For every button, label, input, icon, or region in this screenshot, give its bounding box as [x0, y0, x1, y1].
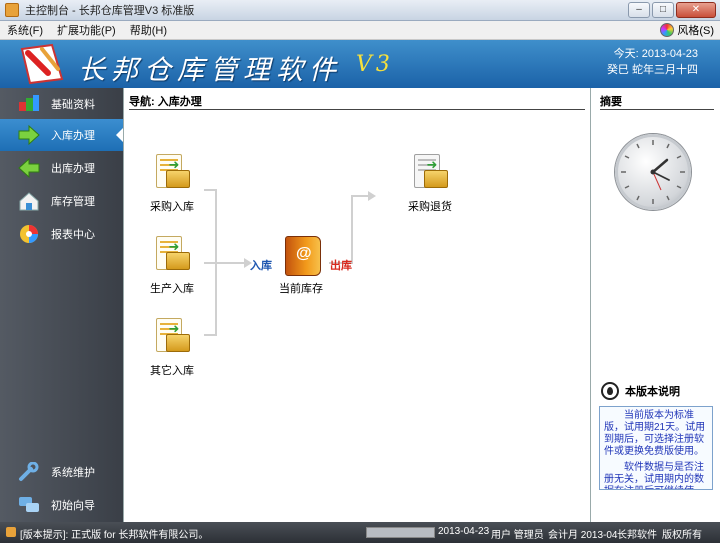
sidebar-item-stock-in[interactable]: 入库办理 [0, 119, 123, 151]
status-copyright: 版权所有 [662, 530, 702, 541]
brand-name: 长邦仓库管理软件 [78, 55, 342, 86]
sidebar-item-label: 入库办理 [51, 130, 95, 142]
window-title: 主控制台 - 长邦仓库管理V3 标准版 [25, 5, 195, 17]
lunar-date: 癸巳 蛇年三月十四 [606, 64, 698, 76]
current-stock-node[interactable]: @ 当前库存 [274, 236, 328, 296]
purchase-return-icon: ➜ [410, 154, 450, 194]
style-button[interactable]: 风格(S) [660, 22, 714, 38]
chat-bubbles-icon [19, 497, 39, 512]
production-in-node[interactable]: ➜ 生产入库 [144, 236, 200, 296]
production-in-icon: ➜ [152, 236, 192, 276]
note-paragraph: 软件数据与是否注册无关，试用期内的数据在注册后可继续使用。 [604, 462, 704, 489]
minimize-button[interactable]: – [628, 2, 650, 18]
other-in-label: 其它入库 [150, 365, 194, 377]
sidebar-item-label: 系统维护 [51, 467, 95, 479]
production-in-label: 生产入库 [150, 283, 194, 295]
style-label: 风格(S) [677, 25, 714, 37]
purchase-in-node[interactable]: ➜ 采购入库 [144, 154, 200, 214]
sidebar-item-wizard[interactable]: 初始向导 [0, 489, 123, 521]
flow-in-label: 入库 [250, 260, 272, 272]
wrench-icon [19, 462, 39, 481]
purchase-in-label: 采购入库 [150, 201, 194, 213]
maximize-button[interactable]: □ [652, 2, 674, 18]
menu-extensions[interactable]: 扩展功能(P) [50, 22, 123, 38]
close-button[interactable]: ✕ [676, 2, 716, 18]
status-period: 会计月 2013-04 [548, 530, 618, 541]
status-notice: [版本提示]: 正式版 for 长邦软件有限公司。 [20, 530, 209, 541]
app-banner: 长邦仓库管理软件 V3 今天: 2013-04-23 癸巳 蛇年三月十四 [0, 40, 720, 88]
sidebar-item-label: 报表中心 [51, 229, 95, 241]
menu-help[interactable]: 帮助(H) [123, 22, 174, 38]
note-title: 本版本说明 [601, 382, 680, 400]
window-controls: – □ ✕ [628, 2, 716, 18]
clock-icon [615, 134, 691, 210]
purchase-in-icon: ➜ [152, 154, 192, 194]
menu-system[interactable]: 系统(F) [0, 22, 50, 38]
note-paragraph: 当前版本为标准版，试用期21天。试用到期后，可选择注册软件或更换免费版使用。 [604, 410, 706, 457]
menu-bar: 系统(F) 扩展功能(P) 帮助(H) 风格(S) [0, 21, 720, 40]
house-icon [19, 192, 39, 211]
note-title-text: 本版本说明 [625, 386, 680, 398]
status-bar: [版本提示]: 正式版 for 长邦软件有限公司。 2013-04-23 用户 … [0, 522, 720, 543]
current-stock-label: 当前库存 [279, 283, 323, 295]
other-in-node[interactable]: ➜ 其它入库 [144, 318, 200, 378]
sidebar-item-label: 出库办理 [51, 163, 95, 175]
logo-icon [20, 43, 64, 85]
status-user: 用户 管理员 [491, 530, 544, 541]
sidebar-item-stock-out[interactable]: 出库办理 [0, 152, 123, 184]
sidebar-item-label: 库存管理 [51, 196, 95, 208]
other-in-icon: ➜ [152, 318, 192, 358]
summary-panel: 摘要 本版本说明 当前版本为标准版，试用期21天。试用到期后，可选择注册软件或更… [590, 88, 720, 522]
sidebar-item-maintenance[interactable]: 系统维护 [0, 456, 123, 488]
status-date: 2013-04-23 [438, 526, 490, 537]
sidebar-item-reports[interactable]: 报表中心 [0, 218, 123, 250]
sidebar-item-inventory[interactable]: 库存管理 [0, 185, 123, 217]
flow-out-label: 出库 [330, 260, 352, 272]
summary-title: 摘要 [600, 93, 714, 110]
today-date: 今天: 2013-04-23 [613, 48, 698, 60]
sidebar-item-label: 基础资料 [51, 99, 95, 111]
chart-wheel-icon [20, 225, 38, 243]
sidebar: 基础资料 入库办理 出库办理 库存管理 报表中心 系统维护 初始向导 [0, 88, 123, 522]
info-drop-icon [601, 382, 619, 400]
sidebar-item-label: 初始向导 [51, 500, 95, 512]
brand-version: V3 [356, 52, 394, 77]
date-display: 今天: 2013-04-23 癸巳 蛇年三月十四 [607, 46, 698, 78]
current-stock-icon: @ [281, 236, 321, 276]
purchase-return-node[interactable]: ➜ 采购退货 [400, 154, 460, 214]
sidebar-item-basic-data[interactable]: 基础资料 [0, 88, 123, 120]
palette-icon [660, 23, 675, 37]
version-note: 当前版本为标准版，试用期21天。试用到期后，可选择注册软件或更换免费版使用。 软… [599, 406, 713, 490]
cubes-icon [19, 95, 39, 111]
arrow-right-icon [18, 125, 40, 145]
purchase-return-label: 采购退货 [408, 201, 452, 213]
arrow-left-icon [18, 158, 40, 178]
notice-icon [6, 527, 16, 537]
status-company: 长邦软件 [617, 530, 657, 541]
status-progress [366, 527, 435, 538]
main-panel: 导航: 入库办理 ➜ 采购入库 ➜ 生产入库 ➜ 其它入库 入库 @ 当前库存 … [123, 88, 590, 522]
window-titlebar: 主控制台 - 长邦仓库管理V3 标准版 – □ ✕ [0, 0, 720, 21]
app-icon [5, 3, 19, 17]
